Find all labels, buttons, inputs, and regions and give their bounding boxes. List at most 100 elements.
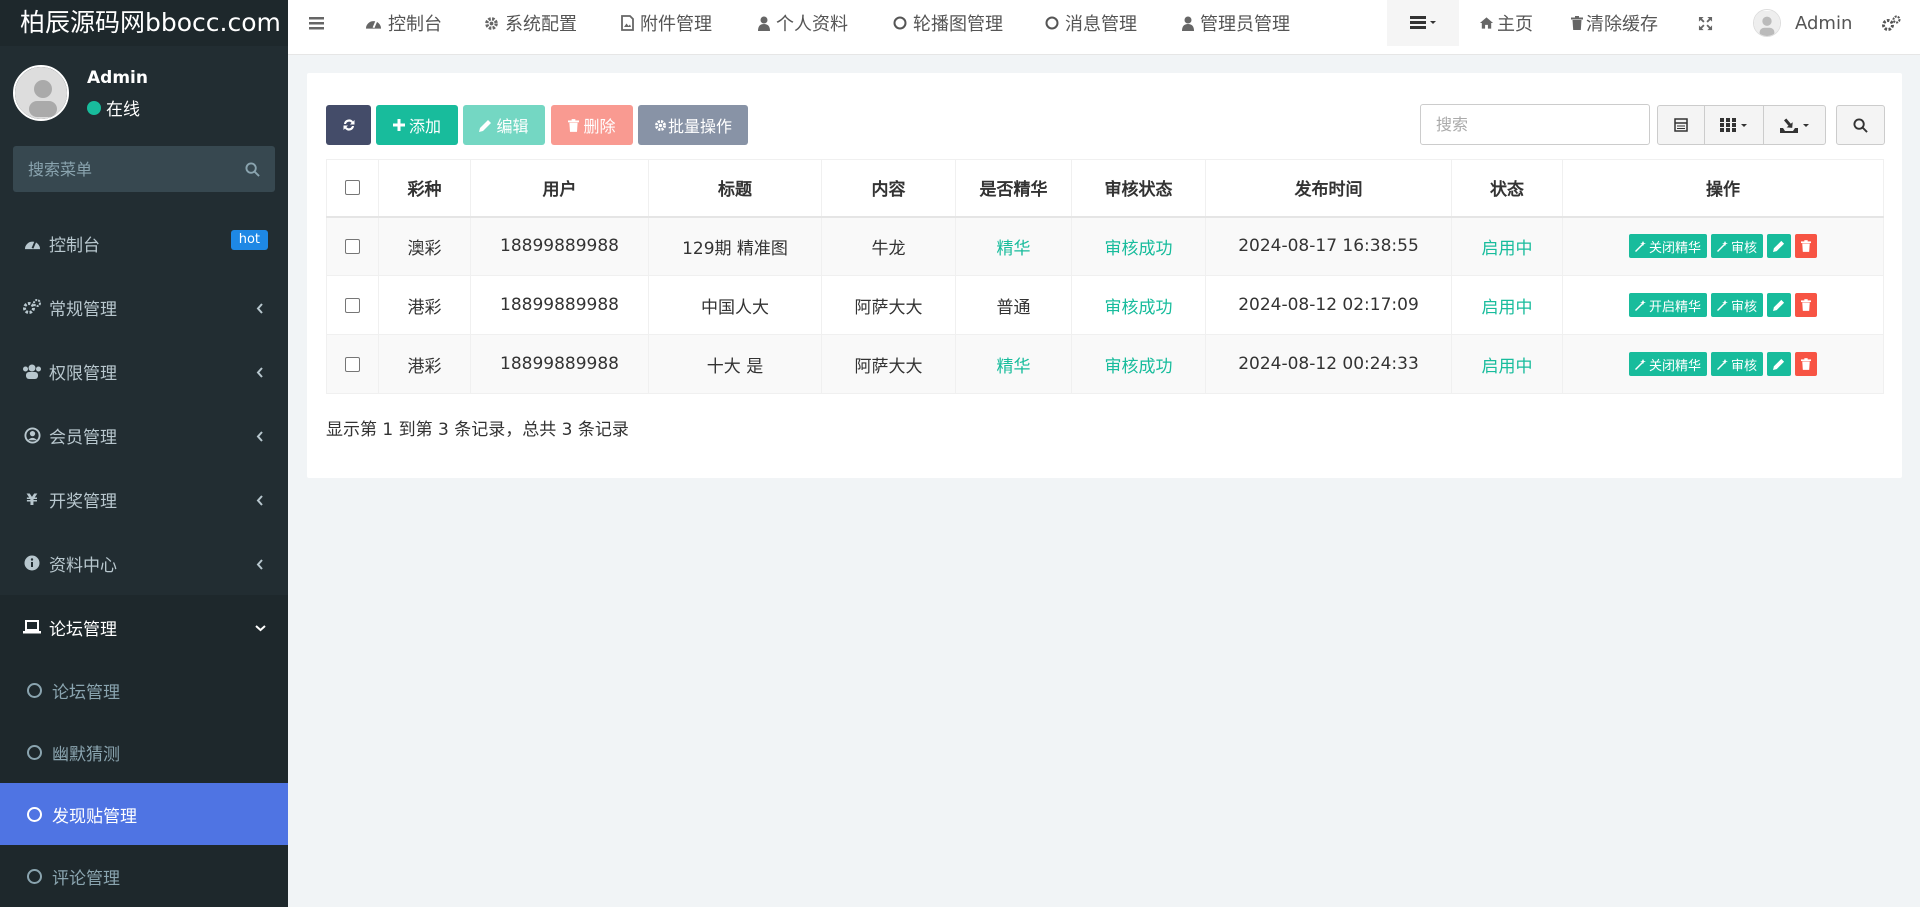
review-button[interactable]: 审核: [1711, 293, 1764, 317]
sidebar-subitem-comments[interactable]: 评论管理: [0, 845, 288, 907]
columns-dropdown[interactable]: [1704, 105, 1764, 145]
avatar: [13, 65, 69, 121]
toggle-view-button[interactable]: [1657, 105, 1705, 145]
row-checkbox[interactable]: [345, 297, 360, 313]
sidebar-item-info-center[interactable]: 资料中心: [0, 531, 288, 595]
table-search-input[interactable]: [1420, 104, 1650, 145]
row-edit-button[interactable]: [1767, 293, 1792, 317]
col-audit[interactable]: 审核状态: [1071, 159, 1206, 218]
sidebar-item-dashboard[interactable]: 控制台 hot: [0, 211, 288, 275]
row-select-cell: [326, 334, 379, 394]
lottery-cell: 港彩: [378, 334, 471, 394]
batch-operation-button[interactable]: 批量操作: [638, 105, 748, 145]
pagination-summary: 显示第 1 到第 3 条记录，总共 3 条记录: [326, 420, 629, 440]
col-user[interactable]: 用户: [470, 159, 649, 218]
refresh-button[interactable]: [326, 105, 371, 145]
sidebar-item-member[interactable]: 会员管理: [0, 403, 288, 467]
logo[interactable]: 柏辰源码网bbocc.com: [0, 0, 288, 46]
fullscreen-button[interactable]: [1698, 0, 1713, 46]
tab-system-config[interactable]: 系统配置: [484, 0, 577, 46]
laptop-icon: [22, 617, 42, 637]
edit-button[interactable]: 编辑: [463, 105, 545, 145]
gear-icon: [654, 119, 667, 132]
clear-cache-button[interactable]: 清除缓存: [1571, 0, 1658, 46]
sidebar-subitem-posts[interactable]: 发现贴管理: [0, 783, 288, 845]
sidebar-item-lottery[interactable]: ¥ 开奖管理: [0, 467, 288, 531]
table-row: 澳彩 18899889988 129期 精准图 牛龙 精华 审核成功 2024-…: [326, 216, 1884, 276]
row-edit-button[interactable]: [1767, 234, 1792, 259]
circle-icon: [893, 16, 907, 30]
tab-attachments[interactable]: 附件管理: [621, 0, 712, 46]
plus-icon: [392, 119, 405, 131]
col-content[interactable]: 内容: [821, 159, 956, 218]
lottery-cell: 港彩: [378, 275, 471, 335]
essence-cell: 普通: [955, 275, 1072, 335]
search-button[interactable]: [1836, 105, 1885, 145]
settings-button[interactable]: [1881, 0, 1901, 46]
sidebar-item-permission[interactable]: 权限管理: [0, 339, 288, 403]
user-circle-icon: [22, 425, 42, 445]
sidebar-subitem-forum[interactable]: 论坛管理: [0, 659, 288, 721]
col-actions: 操作: [1562, 159, 1884, 218]
tab-profile[interactable]: 个人资料: [758, 0, 848, 46]
admin-user-menu[interactable]: Admin: [1753, 0, 1852, 46]
pencil-icon: [1773, 240, 1785, 253]
row-checkbox[interactable]: [345, 238, 360, 254]
sidebar-search: [13, 146, 275, 192]
sidebar-subitem-humor[interactable]: 幽默猜测: [0, 721, 288, 783]
forum-submenu: 论坛管理 幽默猜测 发现贴管理 评论管理: [0, 659, 288, 907]
row-edit-button[interactable]: [1767, 352, 1792, 376]
online-dot-icon: [87, 100, 101, 115]
row-delete-button[interactable]: [1795, 352, 1818, 376]
row-delete-button[interactable]: [1795, 293, 1818, 317]
tab-messages[interactable]: 消息管理: [1045, 0, 1137, 46]
sidebar-toggle[interactable]: [309, 0, 324, 46]
toggle-essence-button[interactable]: 关闭精华: [1628, 352, 1707, 376]
dashboard-icon: [365, 16, 382, 30]
col-title[interactable]: 标题: [648, 159, 822, 218]
tab-admins[interactable]: 管理员管理: [1182, 0, 1290, 46]
content-cell: 牛龙: [821, 216, 956, 276]
pencil-icon: [479, 119, 492, 132]
title-cell: 中国人大: [648, 275, 822, 335]
chevron-down-icon: [255, 624, 266, 632]
row-checkbox[interactable]: [345, 356, 360, 372]
col-time[interactable]: 发布时间: [1205, 159, 1452, 218]
table-row: 港彩 18899889988 中国人大 阿萨大大 普通 审核成功 2024-08…: [326, 275, 1884, 335]
select-all-checkbox[interactable]: [345, 180, 360, 196]
audit-cell: 审核成功: [1071, 216, 1206, 276]
export-dropdown[interactable]: [1763, 105, 1826, 145]
menu-search-input[interactable]: [28, 159, 245, 179]
user-name: Admin: [87, 68, 148, 88]
search-icon[interactable]: [245, 161, 260, 177]
sidebar-item-general[interactable]: 常规管理: [0, 275, 288, 339]
review-button[interactable]: 审核: [1711, 352, 1764, 376]
review-button[interactable]: 审核: [1711, 234, 1764, 259]
circle-icon: [1045, 16, 1059, 30]
row-delete-button[interactable]: [1795, 234, 1818, 259]
sidebar-item-forum[interactable]: 论坛管理: [0, 595, 288, 659]
magic-icon: [1717, 299, 1728, 311]
trash-icon: [1801, 240, 1812, 253]
content-cell: 阿萨大大: [821, 334, 956, 394]
delete-button[interactable]: 删除: [551, 105, 633, 145]
col-lottery[interactable]: 彩种: [378, 159, 471, 218]
tab-dashboard[interactable]: 控制台: [365, 0, 442, 46]
tabs-dropdown[interactable]: [1387, 0, 1459, 46]
toggle-essence-button[interactable]: 开启精华: [1628, 293, 1707, 317]
col-status[interactable]: 状态: [1451, 159, 1563, 218]
chevron-left-icon: [256, 559, 264, 570]
status-cell[interactable]: 启用中: [1451, 275, 1563, 335]
sidebar-menu: 控制台 hot 常规管理 权限管理 会员管理 ¥ 开奖管理 资料中心 论坛管理 …: [0, 211, 288, 907]
status-cell[interactable]: 启用中: [1451, 334, 1563, 394]
status-cell[interactable]: 启用中: [1451, 216, 1563, 276]
circle-icon: [27, 868, 42, 884]
add-button[interactable]: 添加: [376, 105, 458, 145]
col-essence[interactable]: 是否精华: [955, 159, 1072, 218]
toggle-essence-button[interactable]: 关闭精华: [1628, 234, 1707, 259]
select-all-cell: [326, 159, 379, 218]
avatar: [1753, 9, 1781, 37]
trash-icon: [568, 118, 580, 132]
home-link[interactable]: 主页: [1479, 0, 1533, 46]
tab-carousel[interactable]: 轮播图管理: [893, 0, 1003, 46]
